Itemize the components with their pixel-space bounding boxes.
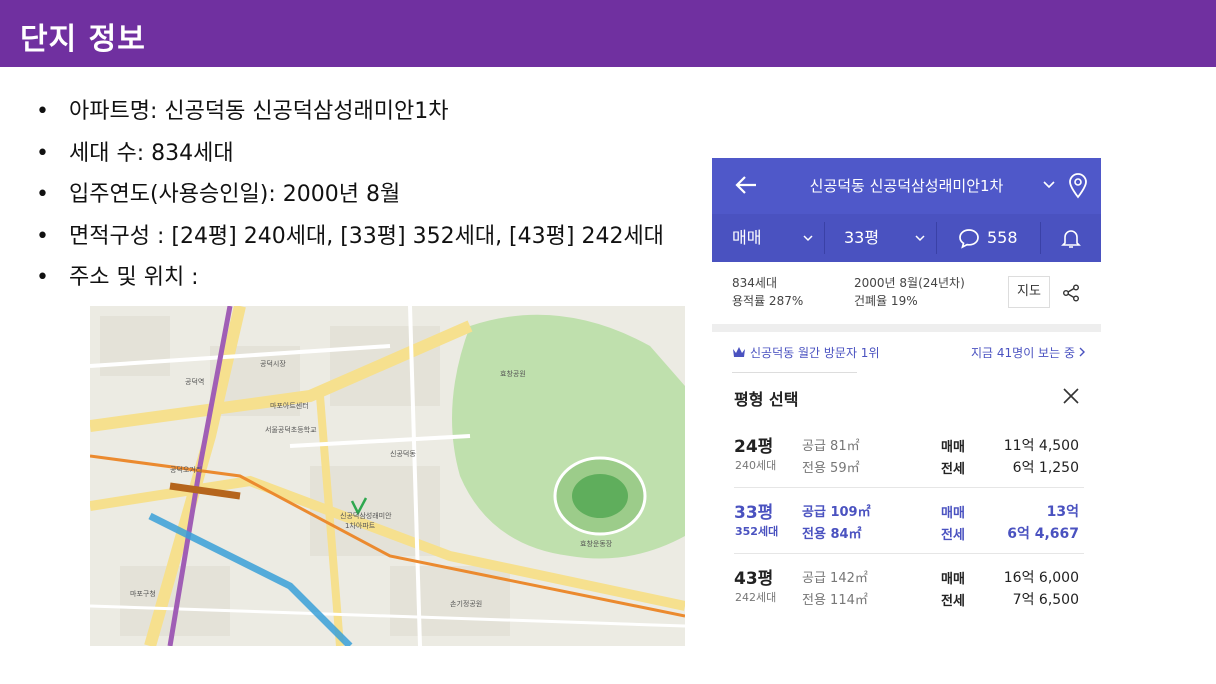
map-graphic: 공덕역 공덕오거리 마포아트센터 서울공덕초등학교 신공덕삼성래미안 1차아파트… xyxy=(90,306,685,646)
visitor-rank: 신공덕동 월간 방문자 1위 xyxy=(750,346,880,360)
bullet-area-composition: • 면적구성 : [24평] 240세대, [33평] 352세대, [43평] … xyxy=(36,221,696,263)
unit-row-24[interactable]: 24평 240세대 공급 81㎡ 전용 59㎡ 매매 전세 11억 4,500 … xyxy=(712,422,1101,488)
svg-text:공덕역: 공덕역 xyxy=(185,377,204,386)
sale-label: 매매 xyxy=(941,506,965,521)
current-viewers-link[interactable]: 지금 41명이 보는 중 xyxy=(971,344,1075,361)
households-summary: 834세대 xyxy=(732,276,777,290)
unit-size: 24평 xyxy=(734,437,774,457)
filter-divider xyxy=(824,222,825,254)
jeonse-price: 7억 6,500 xyxy=(1012,592,1079,608)
chevron-down-icon[interactable] xyxy=(802,232,814,244)
map-button[interactable]: 지도 xyxy=(1008,276,1050,308)
slide-title: 단지 정보 xyxy=(20,22,146,57)
bullet-move-in-year: • 입주연도(사용승인일): 2000년 8월 xyxy=(36,179,696,221)
svg-text:1차아파트: 1차아파트 xyxy=(345,521,376,530)
floor-area-ratio: 용적률 287% xyxy=(732,294,804,308)
comment-count[interactable]: 558 xyxy=(987,214,1018,262)
sale-price: 11억 4,500 xyxy=(1003,438,1079,454)
supply-area: 공급 109㎡ xyxy=(802,505,871,520)
size-filter[interactable]: 33평 xyxy=(844,214,879,262)
svg-text:효창공원: 효창공원 xyxy=(500,369,526,378)
svg-text:신공덕삼성래미안: 신공덕삼성래미안 xyxy=(340,511,392,520)
unit-row-43[interactable]: 43평 242세대 공급 142㎡ 전용 114㎡ 매매 전세 16억 6,00… xyxy=(712,554,1101,620)
apartment-app-panel: 신공덕동 신공덕삼성래미안1차 매매 33평 558 834세대 용적률 287… xyxy=(712,158,1101,614)
jeonse-label: 전세 xyxy=(941,594,965,609)
app-topbar: 신공덕동 신공덕삼성래미안1차 xyxy=(712,158,1101,214)
bullet-dot: • xyxy=(36,182,49,207)
bullet-dot: • xyxy=(36,223,49,249)
sale-price: 16억 6,000 xyxy=(1003,570,1079,586)
unit-size: 43평 xyxy=(734,569,774,589)
supply-area: 공급 81㎡ xyxy=(802,439,860,454)
chevron-down-icon[interactable] xyxy=(914,232,926,244)
close-icon[interactable] xyxy=(1062,387,1080,405)
svg-text:효창운동장: 효창운동장 xyxy=(580,539,613,548)
unit-row-33[interactable]: 33평 352세대 공급 109㎡ 전용 84㎡ 매매 전세 13억 6억 4,… xyxy=(712,488,1101,554)
jeonse-price: 6억 1,250 xyxy=(1012,460,1079,476)
comment-icon[interactable] xyxy=(958,227,980,249)
chevron-down-icon[interactable] xyxy=(1042,178,1056,192)
svg-text:신공덕동: 신공덕동 xyxy=(390,449,416,458)
bullet-dot: • xyxy=(36,99,49,124)
unit-households: 240세대 xyxy=(735,459,777,472)
svg-text:공덕시장: 공덕시장 xyxy=(260,359,286,368)
bullet-dot: • xyxy=(36,265,49,290)
supply-area: 공급 142㎡ xyxy=(802,571,868,586)
bullet-households: • 세대 수: 834세대 xyxy=(36,138,696,180)
section-divider xyxy=(712,324,1101,332)
sale-label: 매매 xyxy=(941,572,965,587)
visitor-divider xyxy=(732,372,857,373)
unit-households: 242세대 xyxy=(735,591,777,604)
size-select-title: 평형 선택 xyxy=(734,390,799,409)
build-year: 2000년 8월(24년차) xyxy=(854,276,965,290)
exclusive-area: 전용 59㎡ xyxy=(802,461,860,476)
crown-icon xyxy=(733,347,745,357)
svg-text:공덕오거리: 공덕오거리 xyxy=(170,465,202,474)
unit-households: 352세대 xyxy=(735,525,779,538)
complex-summary: 834세대 용적률 287% 2000년 8월(24년차) 건폐율 19% 지도 xyxy=(712,262,1101,324)
location-pin-icon[interactable] xyxy=(1068,173,1088,199)
filter-bar: 매매 33평 558 xyxy=(712,214,1101,262)
trade-type-filter[interactable]: 매매 xyxy=(732,214,761,262)
unit-size: 33평 xyxy=(734,503,774,523)
visitor-banner: 신공덕동 월간 방문자 1위 지금 41명이 보는 중 xyxy=(712,342,1101,366)
exclusive-area: 전용 84㎡ xyxy=(802,527,862,542)
building-coverage-ratio: 건폐율 19% xyxy=(854,294,918,308)
slide-header: 단지 정보 xyxy=(0,0,1216,67)
jeonse-price: 6억 4,667 xyxy=(1007,526,1079,542)
chevron-right-icon[interactable] xyxy=(1077,347,1087,357)
svg-text:손기정공원: 손기정공원 xyxy=(450,599,482,608)
location-map: 공덕역 공덕오거리 마포아트센터 서울공덕초등학교 신공덕삼성래미안 1차아파트… xyxy=(90,306,685,646)
bullet-list: • 아파트명: 신공덕동 신공덕삼성래미안1차 • 세대 수: 834세대 • 입주연… xyxy=(36,96,696,304)
jeonse-label: 전세 xyxy=(941,528,965,543)
filter-divider xyxy=(936,222,937,254)
svg-text:서울공덕초등학교: 서울공덕초등학교 xyxy=(265,425,317,434)
svg-text:마포아트센터: 마포아트센터 xyxy=(270,401,309,410)
filter-divider xyxy=(1040,222,1041,254)
share-icon[interactable] xyxy=(1062,284,1080,302)
jeonse-label: 전세 xyxy=(941,462,965,477)
bullet-address: • 주소 및 위치 : xyxy=(36,262,696,304)
exclusive-area: 전용 114㎡ xyxy=(802,593,868,608)
bullet-apartment-name: • 아파트명: 신공덕동 신공덕삼성래미안1차 xyxy=(36,96,696,138)
svg-text:마포구청: 마포구청 xyxy=(130,589,156,598)
bell-icon[interactable] xyxy=(1061,227,1081,249)
sale-price: 13억 xyxy=(1046,504,1079,520)
bullet-dot: • xyxy=(36,140,49,166)
sale-label: 매매 xyxy=(941,440,965,455)
